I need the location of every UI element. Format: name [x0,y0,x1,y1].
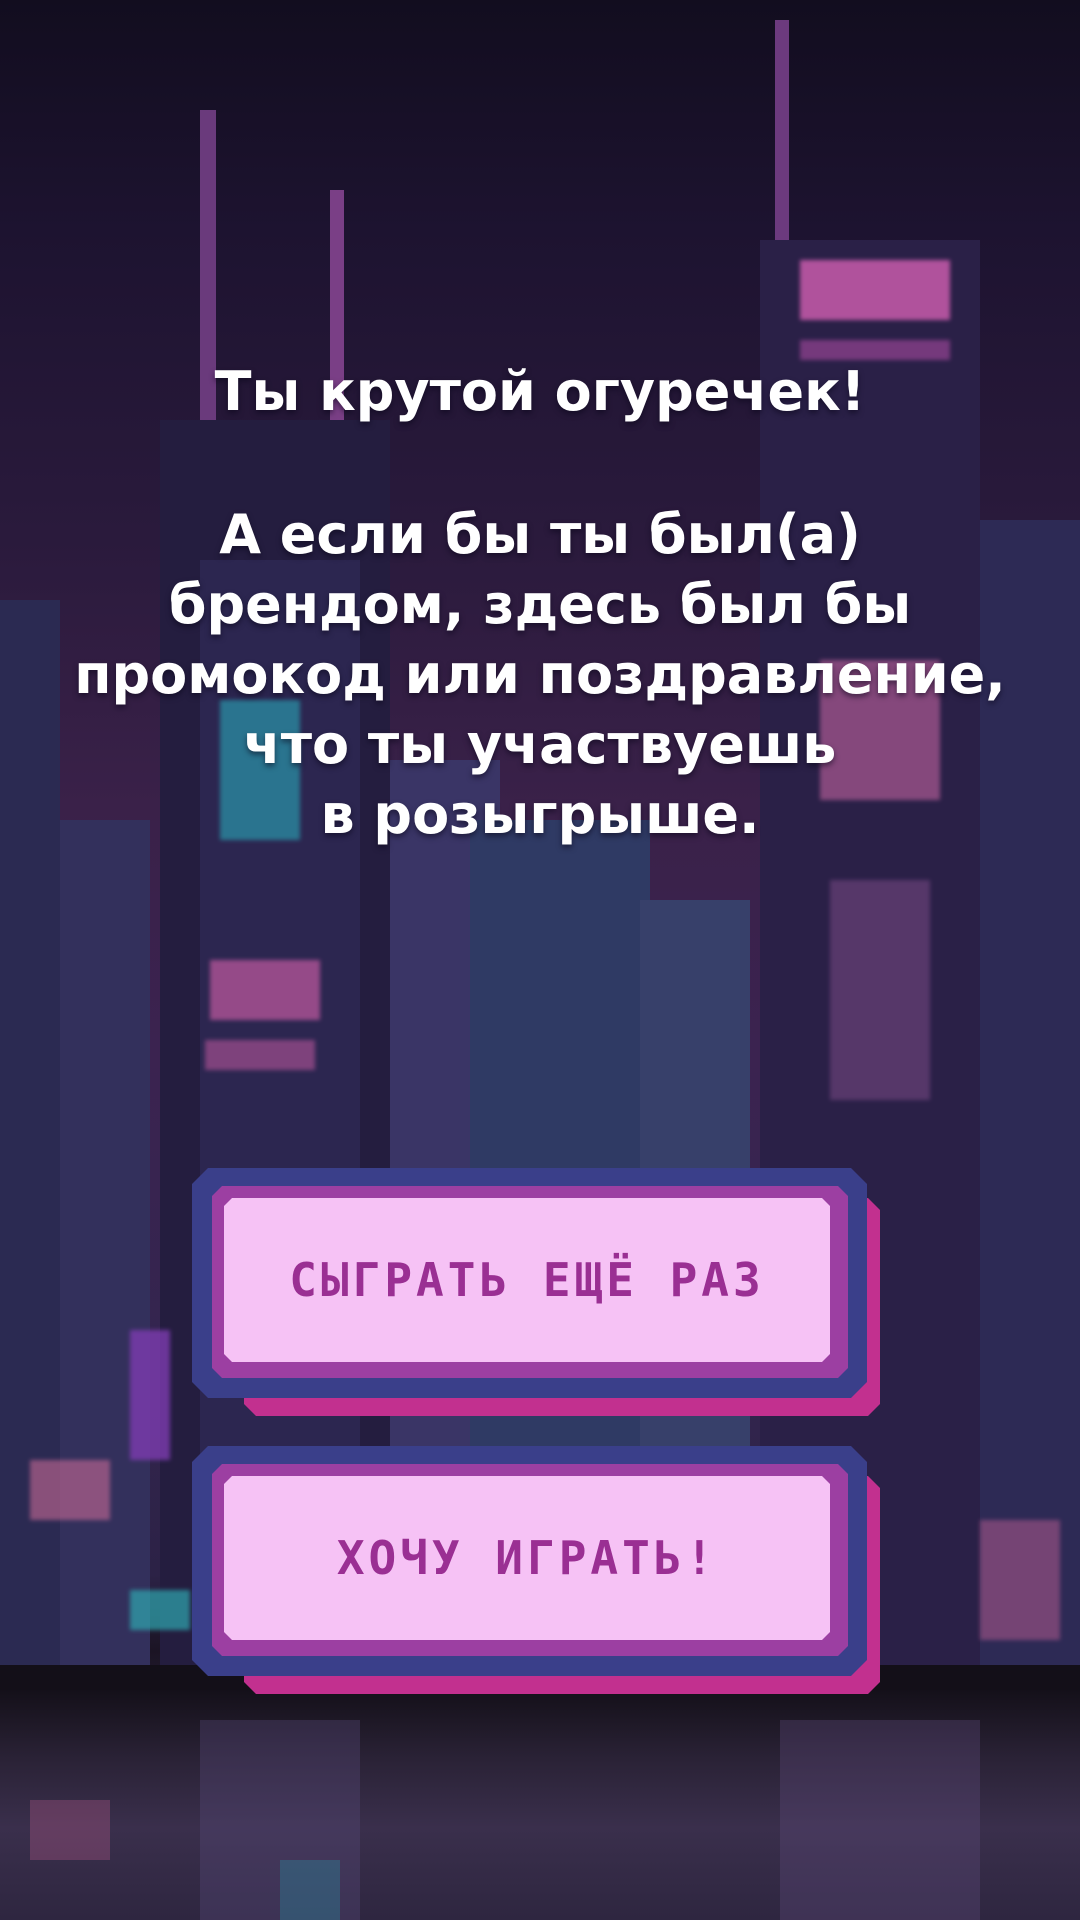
button-face[interactable]: ХОЧУ ИГРАТЬ! [224,1476,830,1640]
play-again-label: СЫГРАТЬ ЕЩЁ РАЗ [289,1253,765,1307]
want-to-play-label: ХОЧУ ИГРАТЬ! [336,1531,718,1585]
button-face[interactable]: СЫГРАТЬ ЕЩЁ РАЗ [224,1198,830,1362]
result-headline: Ты крутой огуречек! [214,360,866,423]
want-to-play-button[interactable]: ХОЧУ ИГРАТЬ! [192,1446,882,1696]
play-again-button[interactable]: СЫГРАТЬ ЕЩЁ РАЗ [192,1168,882,1418]
result-message: А если бы ты был(а) брендом, здесь был б… [74,503,1006,846]
